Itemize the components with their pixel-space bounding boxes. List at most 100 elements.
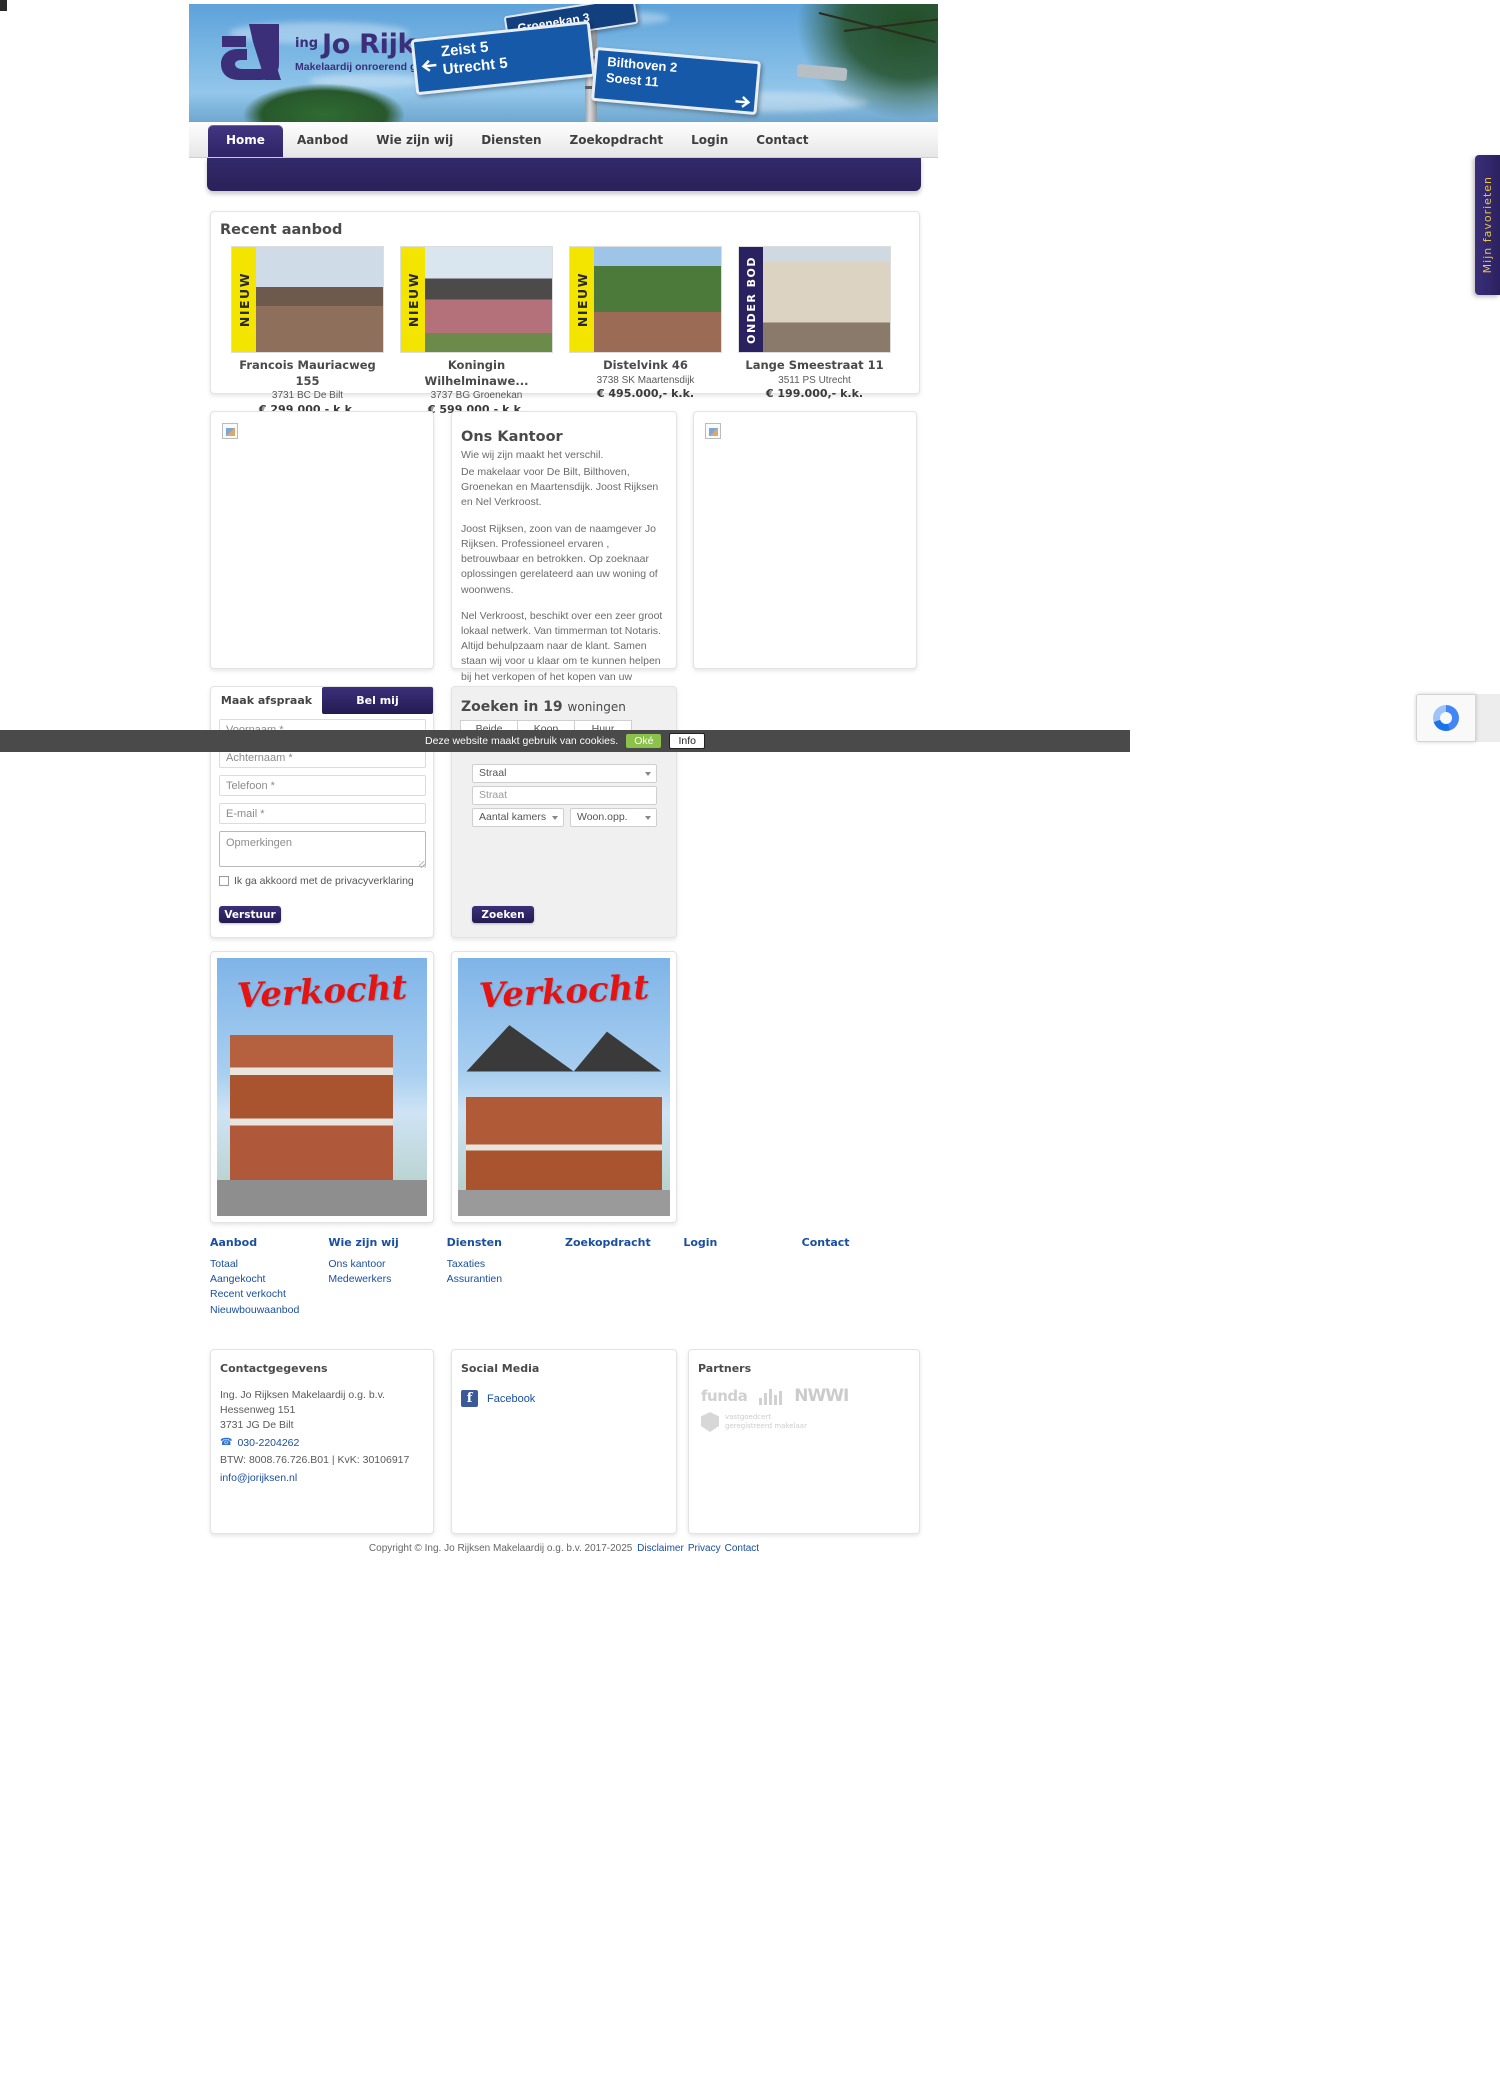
listing-zip: 3731 BC De Bilt [271,390,344,402]
verstuur-button[interactable]: Verstuur [219,906,281,923]
company-name: Ing. Jo Rijksen Makelaardij o.g. b.v. [220,1389,385,1401]
sitemap-link[interactable]: Taxaties [447,1257,565,1272]
ons-kantoor-paragraph: De makelaar voor De Bilt, Bilthoven, Gro… [461,466,659,509]
textarea-resize-handle[interactable] [419,861,426,868]
sitemap-link[interactable]: Assurantien [447,1272,565,1287]
listing-card[interactable]: ONDER BOD Lange Smeestraat 11 3511 PS Ut… [738,246,891,417]
sitemap-column-zoekopdracht: Zoekopdracht [565,1236,683,1318]
nav-item-home[interactable]: Home [208,125,283,157]
zoeken-button[interactable]: Zoeken [472,906,534,923]
email-input[interactable]: E-mail * [219,803,426,824]
recaptcha-shadow [1476,694,1500,742]
facebook-row[interactable]: f Facebook [461,1390,535,1407]
nav-item-aanbod[interactable]: Aanbod [283,124,362,157]
straal-select[interactable]: Straal [472,764,657,783]
opmerkingen-textarea[interactable]: Opmerkingen [219,831,426,867]
recaptcha-badge[interactable] [1416,694,1476,742]
listing-card[interactable]: NIEUW Francois Mauriacweg 155 3731 BC De… [231,246,384,417]
cookie-info-button[interactable]: Info [669,733,705,749]
tab-bel-mij[interactable]: Bel mij [322,687,433,714]
disclaimer-link[interactable]: Disclaimer [637,1543,684,1554]
contact-form-tabs[interactable]: Maak afspraak Bel mij [211,687,433,714]
nav-item-diensten[interactable]: Diensten [467,124,555,157]
sitemap-link[interactable]: Ons kantoor [328,1257,446,1272]
search-panel: Zoeken in 19 woningen Beide Koop Huur St… [451,686,677,938]
telefoon-input[interactable]: Telefoon * [219,775,426,796]
tab-maak-afspraak[interactable]: Maak afspraak [211,687,322,714]
nwwi-logo: NWWI [794,1386,849,1406]
ons-kantoor-title: Ons Kantoor [461,429,563,445]
listing-address: Koningin Wilhelminawe... [424,358,529,388]
listing-ribbon: NIEUW [232,247,256,352]
sitemap-head[interactable]: Zoekopdracht [565,1236,683,1249]
email-address[interactable]: info@jorijksen.nl [220,1472,297,1484]
contactgegevens-body: Ing. Jo Rijksen Makelaardij o.g. b.v. He… [220,1388,409,1486]
ons-kantoor-subtitle: Wie wij zijn maakt het verschil. [461,449,604,461]
listing-card[interactable]: NIEUW Koningin Wilhelminawe... 3737 BG G… [400,246,553,417]
registration-numbers: BTW: 8008.76.726.B01 | KvK: 30106917 [220,1453,410,1466]
sitemap-head[interactable]: Contact [802,1236,920,1249]
ons-kantoor-panel: Ons Kantoor Wie wij zijn maakt het versc… [451,411,677,698]
nav-item-login[interactable]: Login [677,124,742,157]
main-navigation[interactable]: Home Aanbod Wie zijn wij Diensten Zoekop… [189,122,938,158]
listing-photo[interactable]: NIEUW [231,246,384,353]
cookie-consent-bar: Deze website maakt gebruik van cookies. … [0,730,1130,752]
sitemap-link[interactable]: Totaal [210,1257,328,1272]
listing-zip: 3511 PS Utrecht [778,374,851,386]
sitemap-head[interactable]: Diensten [447,1236,565,1249]
facebook-link[interactable]: Facebook [487,1393,535,1405]
nav-item-zoekopdracht[interactable]: Zoekopdracht [556,124,678,157]
contact-link[interactable]: Contact [725,1543,759,1554]
woonopp-select[interactable]: Woon.opp. [570,808,657,827]
funda-logo: funda [701,1387,748,1405]
listing-card[interactable]: NIEUW Distelvink 46 3738 SK Maartensdijk… [569,246,722,417]
sitemap-link[interactable]: Medewerkers [328,1272,446,1287]
privacy-checkbox[interactable] [219,876,229,886]
phone-number[interactable]: 030-2204262 [237,1436,299,1451]
footer-sitemap: Aanbod Totaal Aangekocht Recent verkocht… [210,1236,920,1318]
listing-photo[interactable]: NIEUW [400,246,553,353]
sitemap-link[interactable]: Aangekocht [210,1272,328,1287]
jr-monogram-icon [221,24,281,80]
verkocht-photo[interactable]: Verkocht [458,958,670,1216]
favorites-tab[interactable]: Mijn favorieten [1475,155,1500,295]
verkocht-photo[interactable]: Verkocht [217,958,427,1216]
arrow-left-icon [421,59,437,72]
sitemap-link[interactable]: Recent verkocht [210,1287,328,1302]
listing-address: Lange Smeestraat 11 [745,358,884,372]
header-banner: ing Jo Rijksen Makelaardij onroerend goed… [189,4,938,122]
cookie-accept-button[interactable]: Oké [626,734,662,748]
ons-kantoor-paragraph: Joost Rijksen, zoon van de naamgever Jo … [461,522,658,596]
sitemap-column-login: Login [683,1236,801,1318]
tree-silhouette [244,84,404,122]
privacy-consent-row[interactable]: Ik ga akkoord met de privacyverklaring [219,875,414,887]
recent-listings-grid: NIEUW Francois Mauriacweg 155 3731 BC De… [231,246,891,417]
broken-image-icon [222,423,238,439]
nav-item-wie-zijn-wij[interactable]: Wie zijn wij [362,124,467,157]
vastgoedcert-label: vastgoedcert geregistreerd makelaar [725,1413,807,1430]
listing-photo[interactable]: NIEUW [569,246,722,353]
aantal-kamers-select[interactable]: Aantal kamers [472,808,564,827]
copyright-text: Copyright © Ing. Jo Rijksen Makelaardij … [368,1543,633,1554]
sitemap-head[interactable]: Login [683,1236,801,1249]
listing-photo[interactable]: ONDER BOD [738,246,891,353]
contactgegevens-panel: Contactgegevens Ing. Jo Rijksen Makelaar… [210,1349,434,1534]
verkocht-card[interactable]: Verkocht [451,951,677,1223]
sitemap-link[interactable]: Nieuwbouwaanbod [210,1303,328,1318]
search-title-suffix: woningen [567,700,626,714]
sitemap-head[interactable]: Wie zijn wij [328,1236,446,1249]
contact-form-panel: Maak afspraak Bel mij Voornaam * Achtern… [210,686,434,938]
sitemap-head[interactable]: Aanbod [210,1236,328,1249]
phone-icon: ☎ [220,1437,233,1449]
straat-input[interactable]: Straat [472,786,657,805]
listing-price: € 199.000,- k.k. [765,387,864,401]
nav-item-contact[interactable]: Contact [742,124,822,157]
phone-row[interactable]: ☎ 030-2204262 [220,1436,409,1451]
chevron-down-icon [645,816,651,820]
road-sign-bilthoven-soest: Bilthoven 2 Soest 11 [590,46,762,116]
social-media-title: Social Media [461,1362,540,1375]
recent-listings-panel: Recent aanbod NIEUW Francois Mauriacweg … [210,211,920,416]
copyright-bar: Copyright © Ing. Jo Rijksen Makelaardij … [0,1543,1130,1554]
privacy-link[interactable]: Privacy [688,1543,721,1554]
verkocht-card[interactable]: Verkocht [210,951,434,1223]
